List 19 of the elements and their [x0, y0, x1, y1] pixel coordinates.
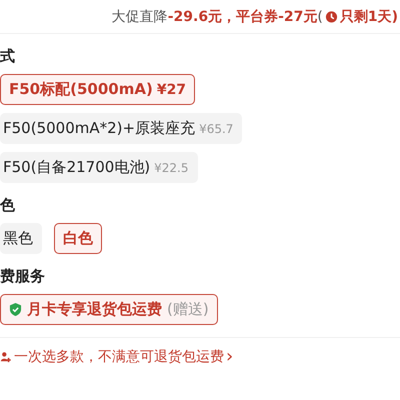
shield-check-icon: [9, 302, 22, 317]
footer-link[interactable]: 一次选多款，不满意可退货包运费: [14, 348, 224, 366]
people-icon: [0, 350, 12, 364]
section-title: 费服务: [0, 266, 46, 287]
option-chip[interactable]: F50(5000mA*2)+原装座充 ¥65.7: [0, 113, 242, 144]
alarm-clock-icon: [324, 10, 338, 23]
option-chip[interactable]: 黑色: [0, 223, 42, 254]
promo-price: 平台券-27元: [236, 8, 318, 26]
countdown-text: 只剩1天): [340, 8, 398, 26]
promo-text: 大促直降: [112, 8, 168, 26]
chevron-icon[interactable]: ›: [226, 350, 234, 364]
service-chip[interactable]: 月卡专享退货包运费 (赠送): [0, 294, 218, 325]
section-title: 式: [0, 46, 16, 67]
option-chip[interactable]: F50(自备21700电池) ¥22.5: [0, 152, 198, 183]
promo-price: -29.6元，: [168, 8, 236, 26]
option-chip[interactable]: F50标配(5000mA) ¥27: [0, 74, 196, 105]
section-title: 色: [0, 195, 16, 216]
promo-text: (: [317, 8, 323, 24]
option-chip[interactable]: 白色: [54, 223, 102, 254]
